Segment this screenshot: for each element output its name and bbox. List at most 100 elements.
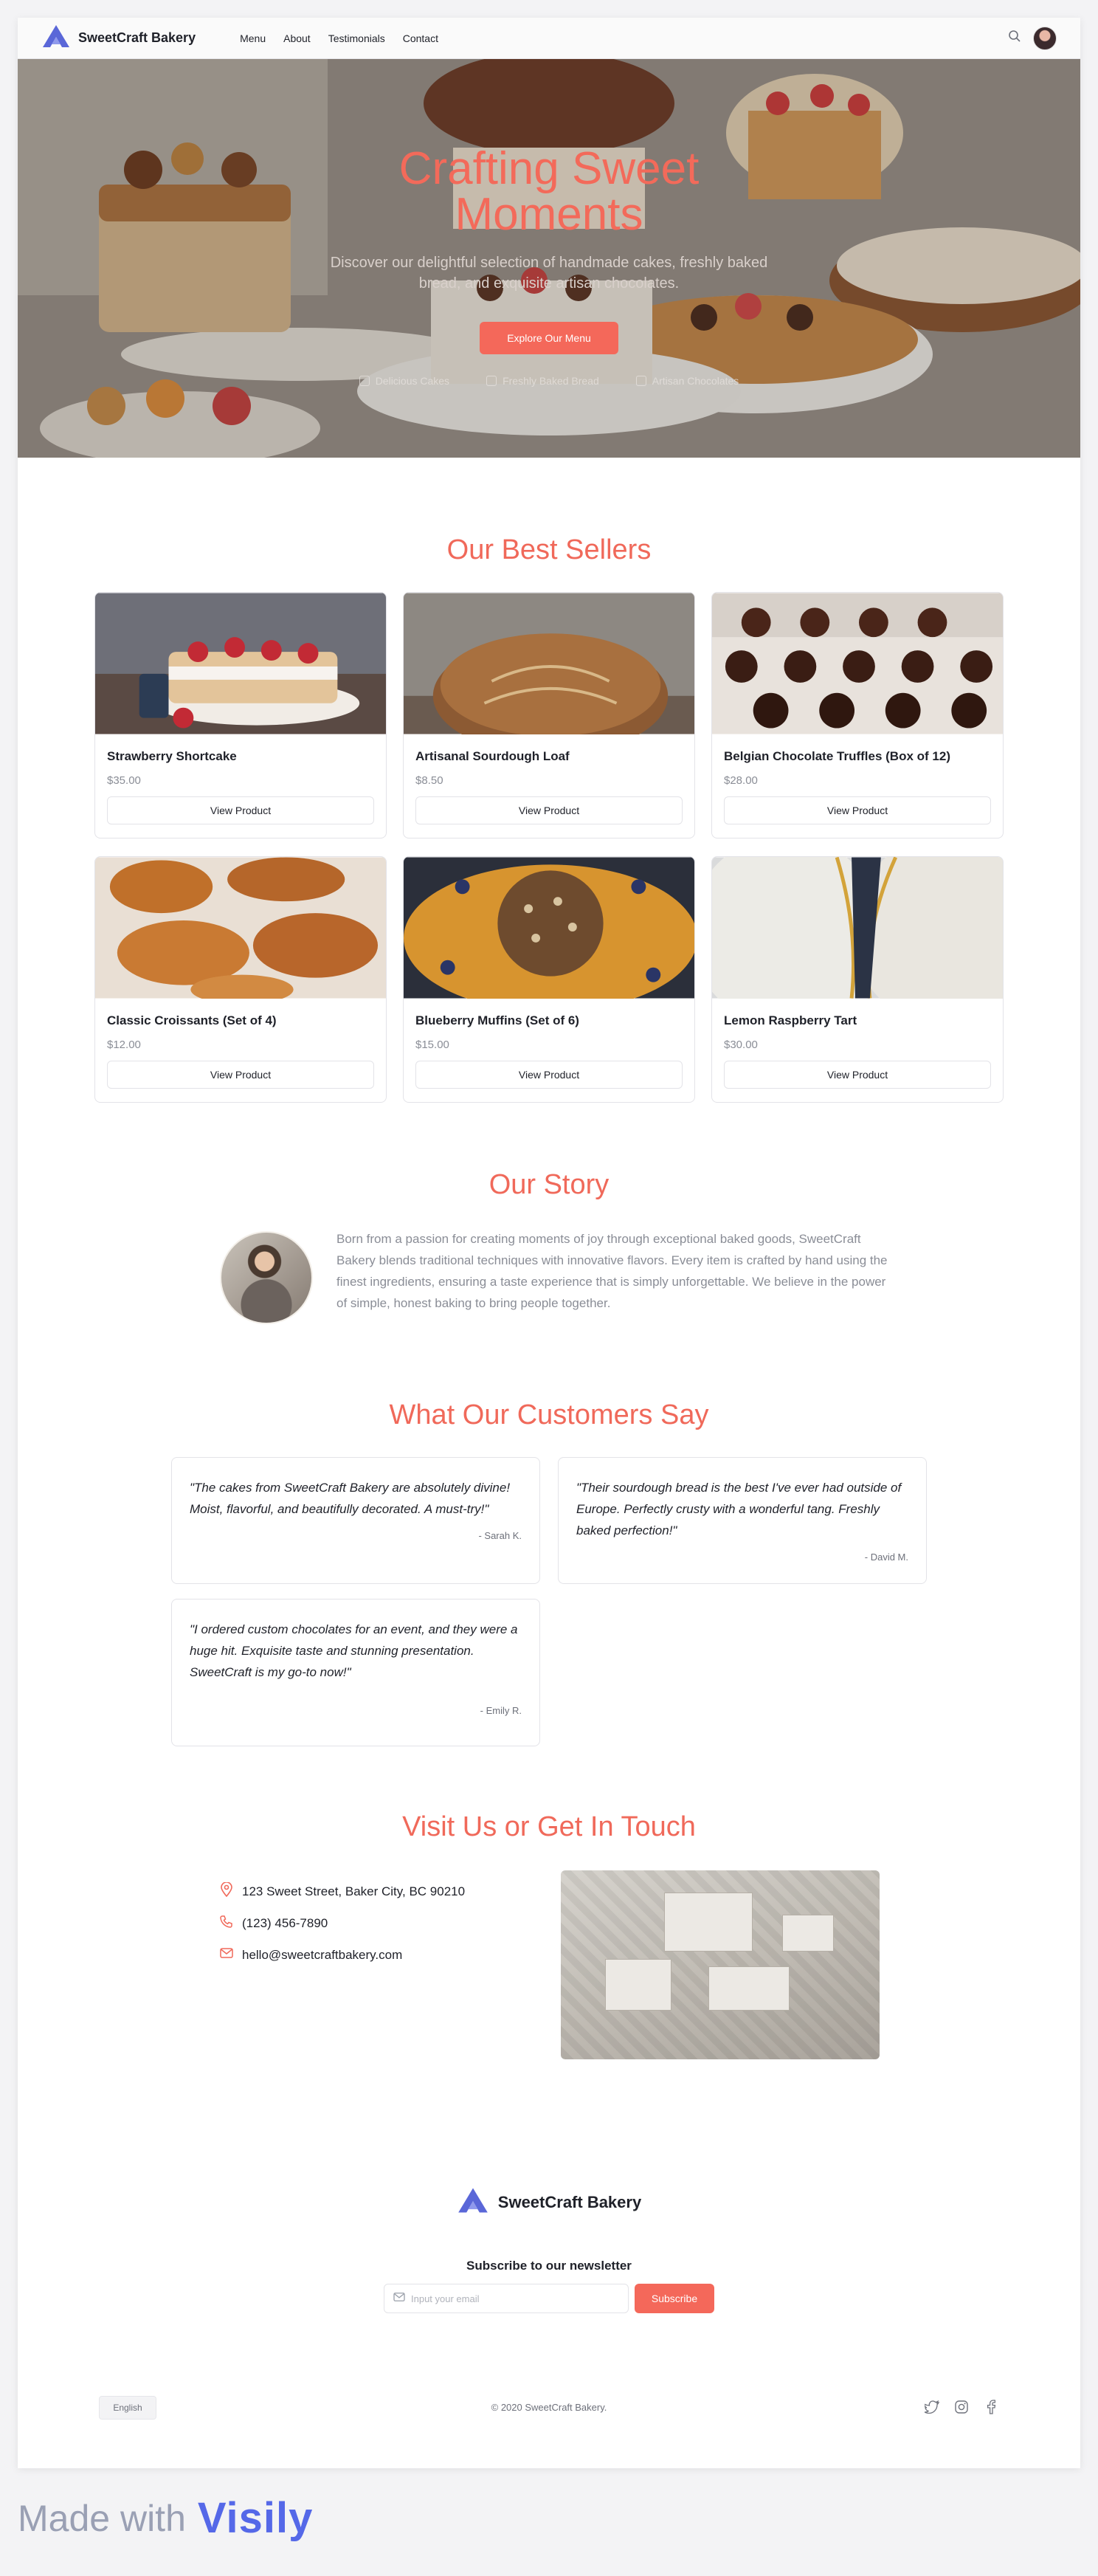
map-pin-icon <box>220 1881 233 1901</box>
testimonial-quote: "I ordered custom chocolates for an even… <box>190 1622 518 1679</box>
testimonial-quote: "Their sourdough bread is the best I've … <box>576 1481 902 1537</box>
product-name: Strawberry Shortcake <box>107 749 237 763</box>
our-story-title: Our Story <box>488 1169 610 1200</box>
testimonial-card: "Their sourdough bread is the best I've … <box>558 1457 927 1584</box>
explore-menu-button[interactable]: Explore Our Menu <box>480 322 618 354</box>
contact-title: Visit Us or Get In Touch <box>402 1811 696 1842</box>
map-building <box>708 1966 790 2011</box>
baker-photo <box>220 1231 313 1324</box>
hero-feature-label: Artisan Chocolates <box>652 375 739 387</box>
phone-icon <box>220 1915 233 1932</box>
email-input[interactable] <box>411 2293 618 2304</box>
search-icon[interactable] <box>1008 30 1021 47</box>
testimonial-card: "I ordered custom chocolates for an even… <box>171 1599 540 1746</box>
made-with-label: Made with <box>18 2497 186 2539</box>
page-frame: SweetCraft Bakery Menu About Testimonial… <box>18 18 1080 2468</box>
newsletter-email-field[interactable] <box>384 2284 629 2313</box>
facebook-icon[interactable] <box>983 2399 999 2415</box>
product-image <box>95 857 386 1005</box>
contact-address: 123 Sweet Street, Baker City, BC 90210 <box>220 1881 466 1901</box>
product-name: Classic Croissants (Set of 4) <box>107 1013 277 1027</box>
hero-feature-label: Freshly Baked Bread <box>503 375 599 387</box>
copyright-text: © 2020 SweetCraft Bakery. <box>491 2402 607 2413</box>
brand[interactable]: SweetCraft Bakery <box>41 24 196 52</box>
product-price: $35.00 <box>107 774 141 787</box>
nav-testimonials[interactable]: Testimonials <box>328 32 385 44</box>
product-name: Lemon Raspberry Tart <box>724 1013 857 1027</box>
map-building <box>664 1893 753 1952</box>
product-image <box>712 593 1003 734</box>
product-price: $15.00 <box>415 1039 449 1051</box>
view-product-button[interactable]: View Product <box>724 796 991 824</box>
testimonial-author: - Sarah K. <box>478 1530 522 1541</box>
product-name: Artisanal Sourdough Loaf <box>415 749 570 763</box>
twitter-icon[interactable] <box>924 2399 940 2415</box>
hero-feature-bread: Freshly Baked Bread <box>486 375 599 387</box>
subscribe-button[interactable]: Subscribe <box>635 2284 714 2313</box>
product-image <box>404 593 694 755</box>
product-image <box>712 857 1003 1027</box>
story-text: Born from a passion for creating moments… <box>336 1232 888 1310</box>
brand-name: SweetCraft Bakery <box>78 30 196 45</box>
mail-icon <box>220 1947 233 1963</box>
view-product-button[interactable]: View Product <box>724 1061 991 1089</box>
product-image <box>95 593 386 734</box>
view-product-button[interactable]: View Product <box>415 1061 683 1089</box>
hero-feature-label: Delicious Cakes <box>375 375 450 387</box>
product-card[interactable]: Strawberry Shortcake $35.00 View Product <box>94 592 387 838</box>
best-sellers-title: Our Best Sellers <box>446 534 652 565</box>
user-avatar[interactable] <box>1033 26 1057 50</box>
product-card[interactable]: Lemon Raspberry Tart $30.00 View Product <box>711 856 1004 1103</box>
product-name: Blueberry Muffins (Set of 6) <box>415 1013 579 1027</box>
made-with-visily-banner[interactable]: Made with Visily <box>18 2493 313 2543</box>
main-nav: Menu About Testimonials Contact <box>240 32 438 44</box>
hero-subtitle: Discover our delightful selection of han… <box>330 255 768 292</box>
logo-icon <box>41 24 71 52</box>
footer-brand-name: SweetCraft Bakery <box>497 2192 642 2211</box>
top-navbar: SweetCraft Bakery Menu About Testimonial… <box>18 18 1080 59</box>
contact-email: hello@sweetcraftbakery.com <box>220 1947 402 1963</box>
product-card[interactable]: Classic Croissants (Set of 4) $12.00 Vie… <box>94 856 387 1103</box>
contact-phone: (123) 456-7890 <box>220 1915 328 1932</box>
phone-text[interactable]: (123) 456-7890 <box>242 1916 328 1931</box>
view-product-button[interactable]: View Product <box>107 796 374 824</box>
testimonial-card: "The cakes from SweetCraft Bakery are ab… <box>171 1457 540 1584</box>
nav-contact[interactable]: Contact <box>403 32 438 44</box>
testimonial-quote: "The cakes from SweetCraft Bakery are ab… <box>190 1481 511 1516</box>
view-product-button[interactable]: View Product <box>415 796 683 824</box>
hero-features: Delicious Cakes Freshly Baked Bread Arti… <box>18 375 1080 387</box>
nav-menu[interactable]: Menu <box>240 32 266 44</box>
visily-logo: Visily <box>197 2494 314 2542</box>
newsletter-title: Subscribe to our newsletter <box>466 2259 632 2273</box>
view-product-button[interactable]: View Product <box>107 1061 374 1089</box>
product-price: $8.50 <box>415 774 443 787</box>
hero-feature-chocolates: Artisan Chocolates <box>635 375 739 387</box>
logo-icon <box>457 2186 489 2218</box>
product-name: Belgian Chocolate Truffles (Box of 12) <box>724 749 950 763</box>
nav-about[interactable]: About <box>283 32 311 44</box>
social-links <box>924 2399 999 2415</box>
testimonials-title: What Our Customers Say <box>389 1399 709 1430</box>
product-card[interactable]: Blueberry Muffins (Set of 6) $15.00 View… <box>403 856 695 1103</box>
hero-feature-cakes: Delicious Cakes <box>359 375 449 387</box>
location-map-image[interactable] <box>561 1870 880 2059</box>
address-text: 123 Sweet Street, Baker City, BC 90210 <box>242 1884 466 1898</box>
testimonial-author: - David M. <box>864 1552 908 1563</box>
hero-title: Crafting Sweet Moments <box>398 143 700 240</box>
email-text[interactable]: hello@sweetcraftbakery.com <box>242 1948 402 1963</box>
instagram-icon[interactable] <box>953 2399 970 2415</box>
product-price: $28.00 <box>724 774 758 787</box>
product-card[interactable]: Belgian Chocolate Truffles (Box of 12) $… <box>711 592 1004 838</box>
product-image <box>404 857 694 1012</box>
product-price: $30.00 <box>724 1039 758 1051</box>
hero-section: Crafting Sweet Moments Discover our deli… <box>18 59 1080 458</box>
mail-icon <box>393 2292 405 2306</box>
product-card[interactable]: Artisanal Sourdough Loaf $8.50 View Prod… <box>403 592 695 838</box>
footer-brand: SweetCraft Bakery <box>18 2186 1080 2218</box>
bread-icon <box>486 376 497 386</box>
cake-icon <box>359 376 370 386</box>
header-actions <box>1008 26 1057 50</box>
map-building <box>605 1959 671 2011</box>
product-price: $12.00 <box>107 1039 141 1051</box>
chocolate-icon <box>635 376 646 386</box>
